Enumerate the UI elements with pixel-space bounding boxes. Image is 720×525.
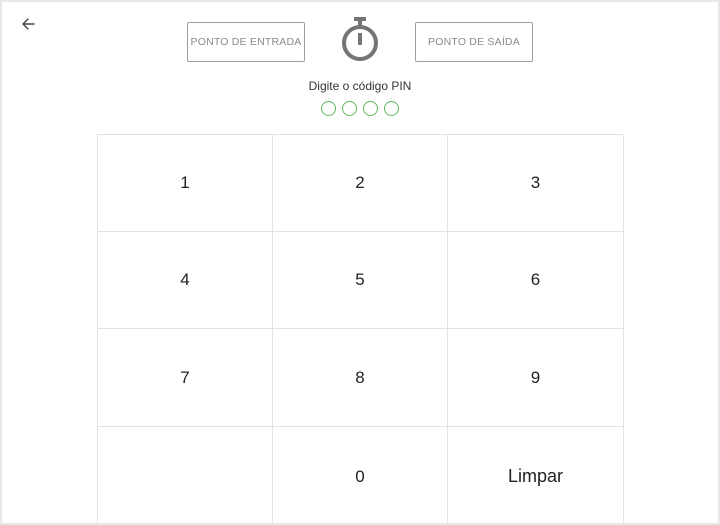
back-button[interactable]	[16, 12, 40, 36]
clock-in-button[interactable]: PONTO DE ENTRADA	[187, 22, 305, 62]
key-empty	[98, 427, 273, 523]
pin-dot	[342, 101, 357, 116]
key-8[interactable]: 8	[273, 329, 448, 427]
clear-button[interactable]: Limpar	[448, 427, 624, 523]
key-7[interactable]: 7	[98, 329, 273, 427]
pin-entry-screen: PONTO DE ENTRADA PONTO DE SAÍDA Digite o…	[2, 2, 718, 523]
pin-dot	[384, 101, 399, 116]
key-6[interactable]: 6	[448, 232, 624, 329]
numeric-keypad: 1 2 3 4 5 6 7 8 9 0 Limpar	[97, 134, 624, 523]
clock-out-button[interactable]: PONTO DE SAÍDA	[415, 22, 533, 62]
pin-dot	[363, 101, 378, 116]
key-1[interactable]: 1	[98, 135, 273, 232]
stopwatch-icon	[342, 17, 378, 61]
key-4[interactable]: 4	[98, 232, 273, 329]
key-0[interactable]: 0	[273, 427, 448, 523]
pin-dot	[321, 101, 336, 116]
key-5[interactable]: 5	[273, 232, 448, 329]
key-3[interactable]: 3	[448, 135, 624, 232]
arrow-left-icon	[22, 18, 35, 30]
key-9[interactable]: 9	[448, 329, 624, 427]
pin-indicator	[2, 101, 718, 116]
key-2[interactable]: 2	[273, 135, 448, 232]
pin-prompt: Digite o código PIN	[308, 79, 412, 93]
